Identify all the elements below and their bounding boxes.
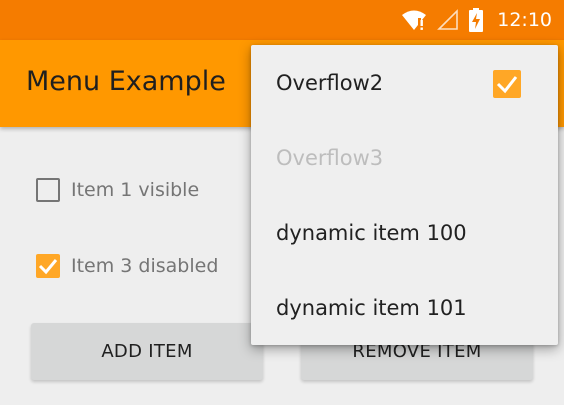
menu-item-label: dynamic item 101: [276, 295, 467, 320]
status-bar: 12:10: [0, 0, 564, 40]
menu-item-label: dynamic item 100: [276, 220, 467, 245]
app-title: Menu Example: [26, 66, 226, 97]
menu-item-label: Overflow2: [276, 70, 384, 95]
menu-item-overflow3: Overflow3: [251, 120, 558, 195]
checkmark-icon: [38, 259, 58, 275]
item-3-disabled-checkbox-row[interactable]: Item 3 disabled: [36, 251, 218, 281]
menu-item-dynamic-100[interactable]: dynamic item 100: [251, 195, 558, 270]
checkbox-label: Item 1 visible: [71, 179, 200, 201]
wifi-icon: [401, 9, 427, 31]
overflow-menu: Overflow2 Overflow3 dynamic item 100 dyn…: [251, 45, 558, 345]
battery-charging-icon: [469, 8, 484, 32]
status-time: 12:10: [497, 9, 552, 31]
item-1-visible-checkbox-row[interactable]: Item 1 visible: [36, 175, 199, 205]
menu-item-overflow2[interactable]: Overflow2: [251, 45, 558, 120]
status-icons: 12:10: [401, 6, 552, 34]
checkbox-unchecked[interactable]: [36, 178, 60, 202]
menu-item-dynamic-101[interactable]: dynamic item 101: [251, 270, 558, 345]
signal-icon: [437, 9, 459, 31]
checkbox-checked[interactable]: [36, 254, 60, 278]
checkmark-icon: [496, 76, 518, 94]
add-item-button[interactable]: ADD ITEM: [31, 323, 263, 380]
menu-item-checkbox[interactable]: [493, 70, 521, 98]
menu-item-label: Overflow3: [276, 145, 384, 170]
checkbox-label: Item 3 disabled: [71, 255, 219, 277]
